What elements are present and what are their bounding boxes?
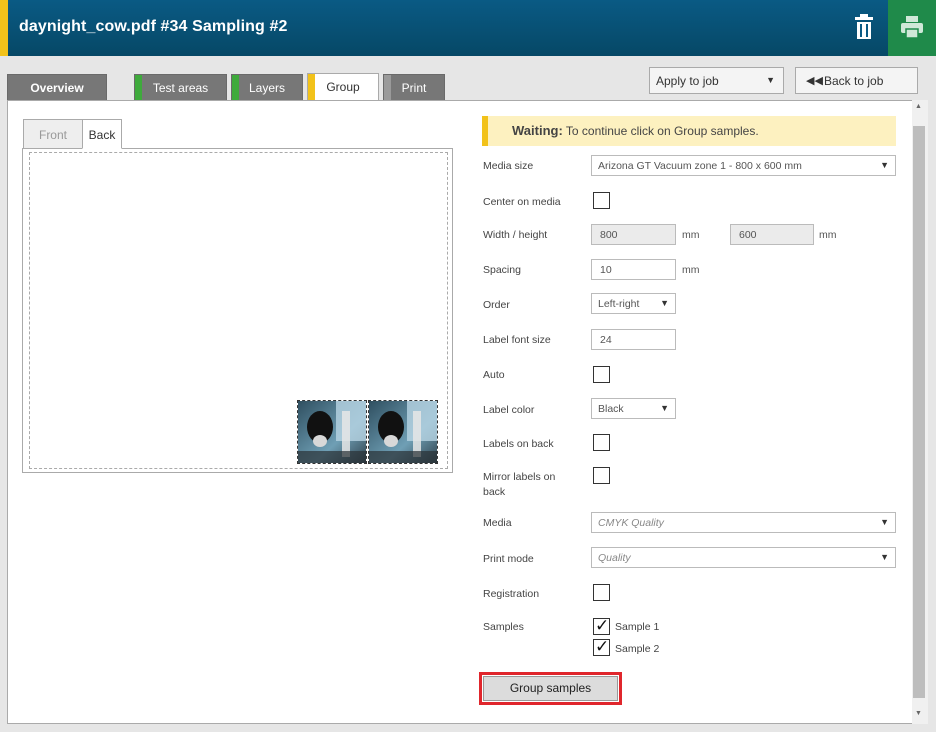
registration-checkbox[interactable] (593, 584, 610, 601)
mirror-labels-checkbox[interactable] (593, 467, 610, 484)
tab-test-areas[interactable]: Test areas (134, 74, 227, 100)
scrollbar-thumb[interactable] (913, 126, 925, 698)
registration-label: Registration (483, 588, 540, 600)
dropdown-arrow-icon: ▼ (766, 75, 775, 85)
back-to-job-label: Back to job (824, 74, 884, 88)
print-mode-value: Quality (598, 552, 631, 564)
tab-layers[interactable]: Layers (231, 74, 303, 100)
height-input[interactable]: 600 (730, 224, 814, 245)
dropdown-arrow-icon: ▼ (880, 517, 889, 527)
samples-label: Samples (483, 621, 524, 633)
media-label: Media (483, 517, 512, 529)
status-prefix: Waiting: (512, 123, 563, 138)
label-color-label: Label color (483, 404, 535, 416)
order-value: Left-right (598, 298, 640, 310)
double-chevron-left-icon: ◀◀ (806, 75, 823, 87)
tab-overview[interactable]: Overview (7, 74, 107, 100)
tab-overview-label: Overview (30, 81, 84, 95)
label-color-value: Black (598, 403, 624, 415)
dropdown-arrow-icon: ▼ (880, 552, 889, 562)
tab-print-label: Print (401, 81, 427, 95)
tab-status-stripe (308, 74, 315, 101)
cow-image (369, 401, 437, 463)
sample-thumbnail[interactable] (368, 400, 438, 464)
dropdown-arrow-icon: ▼ (660, 403, 669, 413)
print-button[interactable] (888, 0, 936, 56)
status-banner: Waiting: To continue click on Group samp… (482, 116, 896, 146)
delete-button[interactable] (852, 12, 876, 42)
mirror-labels-label-line2: back (483, 486, 506, 498)
labels-on-back-label: Labels on back (483, 438, 554, 450)
page-title: daynight_cow.pdf #34 Sampling #2 (19, 18, 288, 35)
preview-tab-back-label: Back (88, 128, 116, 142)
apply-to-job-value: Apply to job (656, 74, 719, 88)
print-mode-select[interactable]: Quality ▼ (591, 547, 896, 568)
sample-1-checkbox[interactable] (593, 616, 610, 636)
apply-to-job-select[interactable]: Apply to job ▼ (649, 67, 784, 94)
spacing-input[interactable]: 10 (591, 259, 676, 280)
tab-status-stripe (384, 75, 391, 100)
media-size-select[interactable]: Arizona GT Vacuum zone 1 - 800 x 600 mm … (591, 155, 896, 176)
printer-icon (901, 16, 923, 39)
print-mode-label: Print mode (483, 553, 534, 565)
cow-image (298, 401, 366, 463)
tab-test-areas-label: Test areas (152, 81, 209, 95)
media-select[interactable]: CMYK Quality ▼ (591, 512, 896, 533)
auto-checkbox[interactable] (593, 366, 610, 383)
preview-tab-back[interactable]: Back (82, 119, 122, 149)
sheet-preview (22, 148, 453, 473)
media-size-value: Arizona GT Vacuum zone 1 - 800 x 600 mm (598, 160, 802, 172)
tab-status-stripe (135, 75, 142, 100)
tab-status-stripe (232, 75, 239, 100)
sample-thumbnail[interactable] (297, 400, 367, 464)
width-input[interactable]: 800 (591, 224, 676, 245)
back-to-job-button[interactable]: ◀◀ Back to job (795, 67, 918, 94)
spacing-label: Spacing (483, 264, 521, 276)
height-value: 600 (739, 229, 757, 241)
tab-group[interactable]: Group (307, 73, 379, 101)
order-select[interactable]: Left-right ▼ (591, 293, 676, 314)
tab-layers-label: Layers (248, 81, 286, 95)
center-on-media-label: Center on media (483, 196, 561, 208)
group-samples-button[interactable]: Group samples (483, 676, 618, 701)
sample-2-checkbox[interactable] (593, 637, 610, 657)
label-font-size-label: Label font size (483, 334, 551, 346)
label-color-select[interactable]: Black ▼ (591, 398, 676, 419)
media-size-label: Media size (483, 160, 534, 172)
media-value: CMYK Quality (598, 517, 664, 529)
auto-label: Auto (483, 369, 505, 381)
scroll-up-arrow-icon[interactable]: ▲ (915, 103, 922, 110)
height-unit: mm (819, 229, 837, 241)
label-font-size-input[interactable]: 24 (591, 329, 676, 350)
sample-2-label: Sample 2 (615, 643, 660, 655)
status-accent-bar (482, 116, 488, 146)
width-value: 800 (600, 229, 618, 241)
preview-tab-front[interactable]: Front (23, 119, 82, 149)
trash-icon (855, 14, 873, 39)
spacing-unit: mm (682, 264, 700, 276)
labels-on-back-checkbox[interactable] (593, 434, 610, 451)
width-height-label: Width / height (483, 229, 548, 241)
dropdown-arrow-icon: ▼ (880, 160, 889, 170)
tab-print[interactable]: Print (383, 74, 445, 100)
label-font-size-value: 24 (600, 334, 612, 346)
mirror-labels-label-line1: Mirror labels on (483, 471, 556, 483)
width-unit: mm (682, 229, 700, 241)
title-bar: daynight_cow.pdf #34 Sampling #2 (0, 0, 936, 56)
tab-group-label: Group (326, 80, 360, 94)
scroll-down-arrow-icon[interactable]: ▼ (915, 710, 922, 717)
center-on-media-checkbox[interactable] (593, 192, 610, 209)
title-accent-bar (0, 0, 8, 56)
spacing-value: 10 (600, 264, 612, 276)
dropdown-arrow-icon: ▼ (660, 298, 669, 308)
sample-1-label: Sample 1 (615, 621, 660, 633)
order-label: Order (483, 299, 510, 311)
preview-tab-front-label: Front (38, 128, 67, 142)
status-message: To continue click on Group samples. (565, 124, 759, 138)
